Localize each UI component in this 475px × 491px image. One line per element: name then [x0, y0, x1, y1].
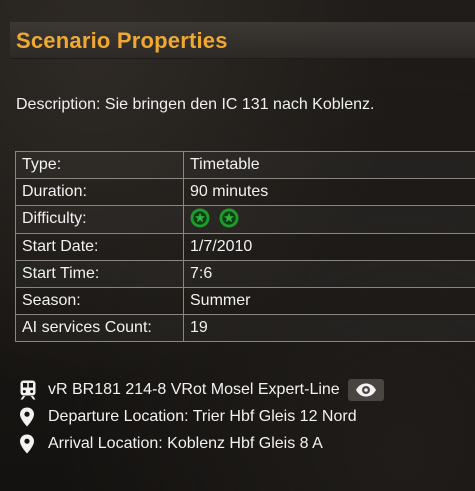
departure-location: Departure Location: Trier Hbf Gleis 12 N… — [48, 407, 357, 425]
property-label: Difficulty: — [15, 205, 184, 234]
preview-button[interactable] — [347, 378, 384, 401]
property-label: Start Date: — [15, 232, 184, 261]
difficulty-star-icon — [219, 208, 239, 228]
map-pin-icon — [19, 407, 41, 427]
property-label: Start Time: — [15, 259, 184, 288]
map-pin-icon — [19, 434, 41, 454]
table-row: Type: Timetable — [15, 150, 475, 180]
eye-icon — [355, 383, 376, 396]
scenario-info-list: vR BR181 214-8 VRot Mosel Expert-Line De… — [19, 376, 384, 457]
consist-name: vR BR181 214-8 VRot Mosel Expert-Line — [48, 380, 340, 398]
arrival-location: Arrival Location: Koblenz Hbf Gleis 8 A — [48, 434, 323, 452]
property-label: Duration: — [15, 178, 184, 207]
table-row: Season: Summer — [15, 286, 475, 316]
table-row: Start Time: 7:6 — [15, 259, 475, 288]
property-value: Summer — [183, 286, 475, 316]
property-value: 90 minutes — [183, 178, 475, 207]
departure-row: Departure Location: Trier Hbf Gleis 12 N… — [19, 403, 384, 430]
property-value: 19 — [183, 314, 475, 343]
difficulty-rating — [183, 205, 475, 234]
properties-table: Type: Timetable Duration: 90 minutes Dif… — [15, 150, 475, 343]
property-value: 1/7/2010 — [183, 232, 475, 261]
page-title: Scenario Properties — [16, 28, 228, 53]
arrival-row: Arrival Location: Koblenz Hbf Gleis 8 A — [19, 430, 384, 457]
property-label: AI services Count: — [15, 314, 184, 343]
train-icon — [19, 380, 41, 400]
table-row: Duration: 90 minutes — [15, 178, 475, 207]
property-label: Type: — [15, 150, 184, 180]
property-label: Season: — [15, 286, 184, 316]
property-value: Timetable — [183, 150, 475, 180]
scenario-description: Description: Sie bringen den IC 131 nach… — [16, 96, 375, 113]
difficulty-star-icon — [190, 208, 210, 228]
property-value: 7:6 — [183, 259, 475, 288]
consist-row: vR BR181 214-8 VRot Mosel Expert-Line — [19, 376, 384, 403]
table-row: Difficulty: — [15, 205, 475, 234]
table-row: Start Date: 1/7/2010 — [15, 232, 475, 261]
table-row: AI services Count: 19 — [15, 314, 475, 343]
